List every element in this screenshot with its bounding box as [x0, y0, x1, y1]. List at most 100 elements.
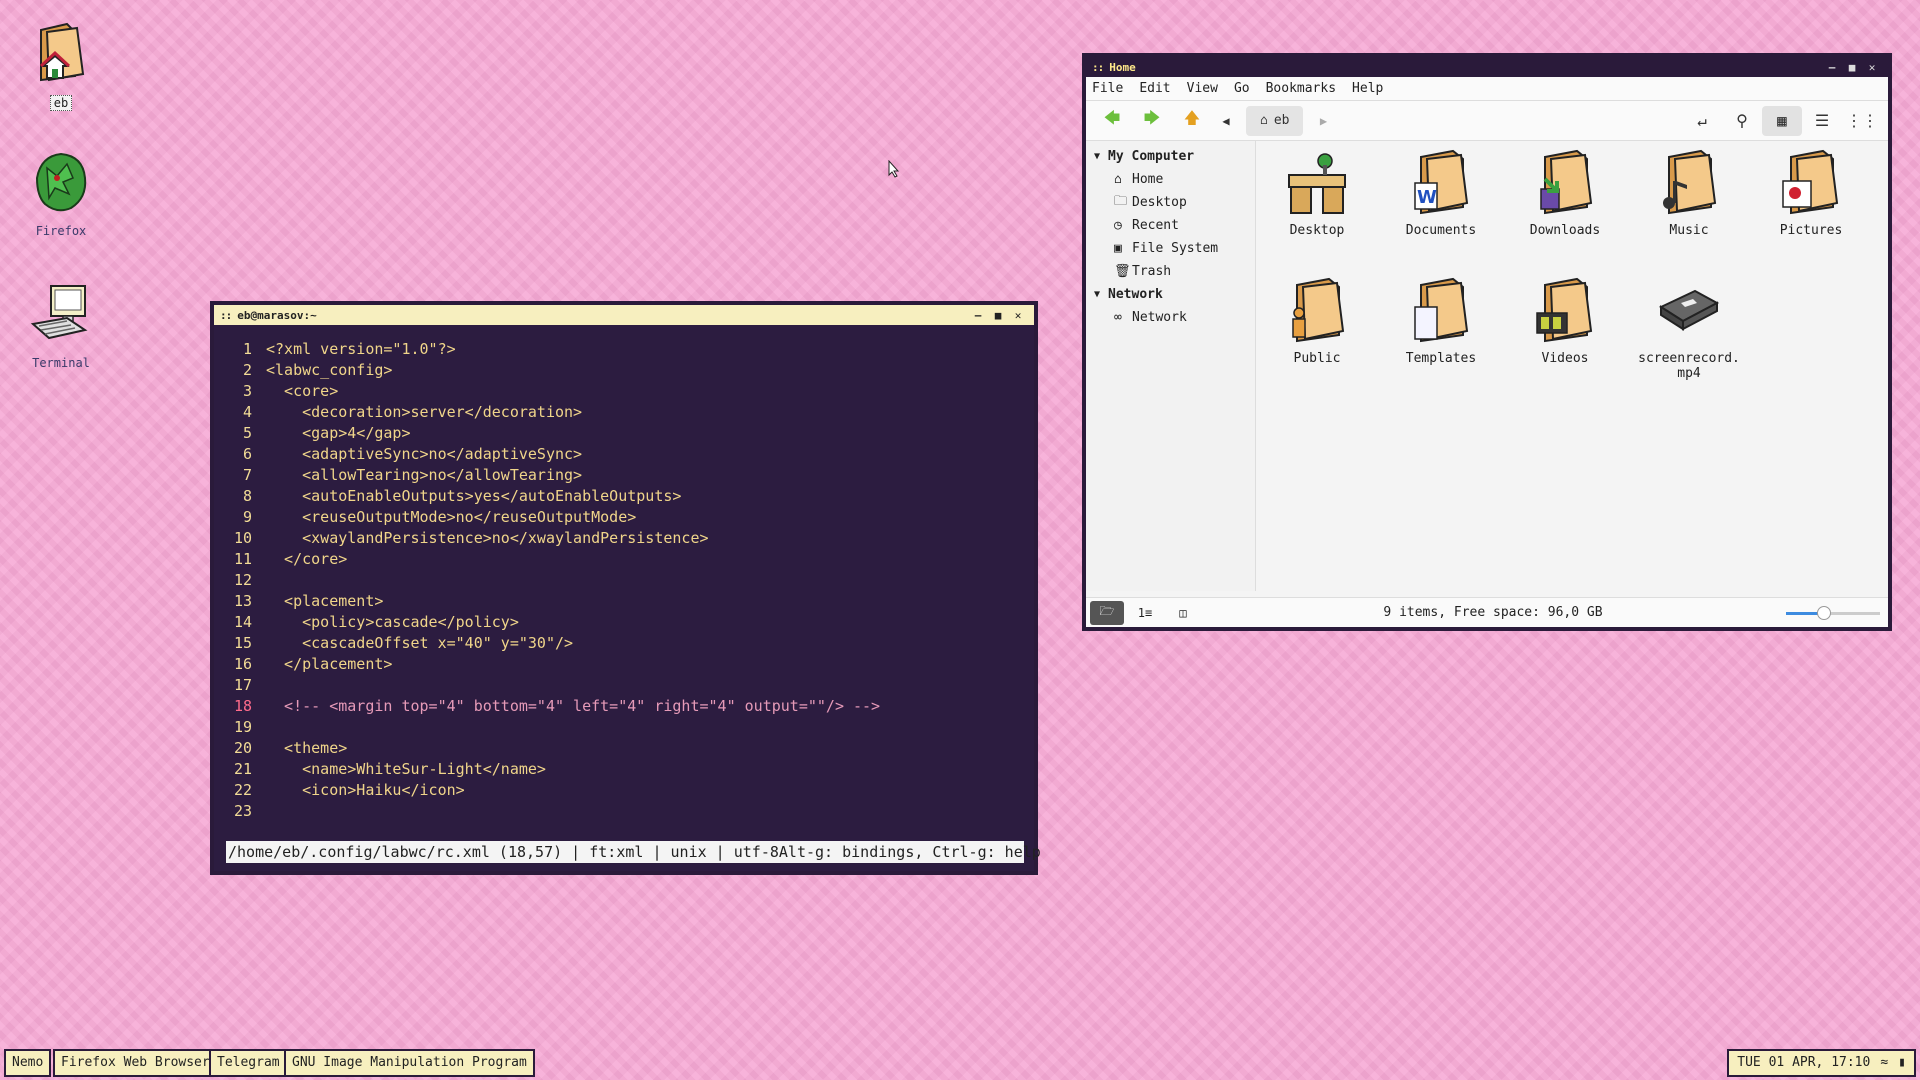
- editor-line[interactable]: 15 <cascadeOffset x="40" y="30"/>: [226, 633, 1024, 654]
- line-text: <theme>: [266, 739, 348, 757]
- zoom-slider-handle[interactable]: [1816, 605, 1831, 620]
- forward-arrow-icon[interactable]: 🡆: [1132, 106, 1172, 136]
- list-view-icon[interactable]: ☰: [1802, 106, 1842, 136]
- task-firefox[interactable]: Firefox Web Browser: [53, 1049, 218, 1077]
- desktop-icon-label: Firefox: [35, 224, 87, 238]
- menu-file[interactable]: File: [1092, 81, 1123, 96]
- editor-line[interactable]: 3 <core>: [226, 381, 1024, 402]
- icon-view-icon[interactable]: ▦: [1762, 105, 1802, 136]
- close-icon[interactable]: ✕: [1008, 309, 1028, 322]
- file-item-screenrecord[interactable]: screenrecord. mp4: [1634, 277, 1744, 381]
- file-label: Music: [1669, 223, 1709, 238]
- sidebar-item-home[interactable]: ⌂ Home: [1086, 168, 1255, 191]
- editor-line[interactable]: 9 <reuseOutputMode>no</reuseOutputMode>: [226, 507, 1024, 528]
- grip-icon: ::: [1092, 60, 1104, 74]
- maximize-icon[interactable]: ■: [988, 309, 1008, 322]
- line-number: 11: [233, 550, 252, 568]
- file-manager-window[interactable]: :: Home – ■ ✕ File Edit View Go Bookmark…: [1082, 53, 1892, 631]
- editor-line[interactable]: 17: [226, 675, 1024, 696]
- close-icon[interactable]: ✕: [1862, 61, 1882, 74]
- file-manager-titlebar[interactable]: :: Home – ■ ✕: [1086, 57, 1888, 77]
- home-folder-icon: [39, 22, 85, 82]
- editor-line[interactable]: 5 <gap>4</gap>: [226, 423, 1024, 444]
- editor-line[interactable]: 12: [226, 570, 1024, 591]
- terminal-window[interactable]: :: eb@marasov:~ – ■ ✕ 1 <?xml version="1.…: [210, 301, 1041, 875]
- file-label: Pictures: [1779, 223, 1843, 238]
- up-arrow-icon[interactable]: 🡅: [1172, 106, 1212, 136]
- compact-view-icon[interactable]: ⋮⋮: [1842, 106, 1882, 136]
- file-item-documents[interactable]: W Documents: [1386, 149, 1496, 238]
- chevron-left-icon[interactable]: ◀: [1212, 106, 1240, 136]
- line-text: <?xml version="1.0"?>: [266, 340, 456, 358]
- desktop-icon-firefox[interactable]: Firefox: [16, 148, 106, 239]
- menu-bookmarks[interactable]: Bookmarks: [1266, 81, 1336, 96]
- editor-line[interactable]: 22 <icon>Haiku</icon>: [226, 780, 1024, 801]
- task-nemo[interactable]: Nemo: [4, 1049, 52, 1077]
- menu-help[interactable]: Help: [1352, 81, 1383, 96]
- sidebar-item-recent[interactable]: ◷ Recent: [1086, 214, 1255, 237]
- editor-line[interactable]: 13 <placement>: [226, 591, 1024, 612]
- editor-line[interactable]: 11 </core>: [226, 549, 1024, 570]
- menu-view[interactable]: View: [1187, 81, 1218, 96]
- editor-line[interactable]: 19: [226, 717, 1024, 738]
- file-item-pictures[interactable]: Pictures: [1756, 149, 1866, 238]
- line-number: 14: [233, 613, 252, 631]
- task-gimp[interactable]: GNU Image Manipulation Program: [284, 1049, 535, 1077]
- editor-line[interactable]: 20 <theme>: [226, 738, 1024, 759]
- editor-line[interactable]: 4 <decoration>server</decoration>: [226, 402, 1024, 423]
- battery-icon[interactable]: ▮: [1898, 1051, 1906, 1075]
- editor-text[interactable]: 1 <?xml version="1.0"?> 2 <labwc_config> 3 <…: [226, 339, 1024, 822]
- zoom-slider[interactable]: [1786, 603, 1880, 623]
- editor-line[interactable]: 18 <!-- <margin top="4" bottom="4" left=…: [226, 696, 1024, 717]
- show-places-icon[interactable]: 🗁: [1090, 600, 1124, 625]
- minimize-icon[interactable]: –: [1822, 61, 1842, 74]
- sidebar-item-trash[interactable]: 🗑 Trash: [1086, 260, 1255, 283]
- menu-go[interactable]: Go: [1234, 81, 1250, 96]
- toggle-location-icon[interactable]: ↵: [1682, 106, 1722, 136]
- breadcrumb[interactable]: ⌂ eb: [1246, 105, 1304, 136]
- chevron-right-icon[interactable]: ▶: [1309, 106, 1337, 136]
- editor-line[interactable]: 1 <?xml version="1.0"?>: [226, 339, 1024, 360]
- editor-line[interactable]: 14 <policy>cascade</policy>: [226, 612, 1024, 633]
- file-item-public[interactable]: Public: [1262, 277, 1372, 366]
- sidebar-item-file-system[interactable]: ▣ File System: [1086, 237, 1255, 260]
- desktop-icon-terminal[interactable]: Terminal: [16, 280, 106, 371]
- sidebar-item-desktop[interactable]: 🗀 Desktop: [1086, 191, 1255, 214]
- editor-line[interactable]: 7 <allowTearing>no</allowTearing>: [226, 465, 1024, 486]
- file-item-videos[interactable]: Videos: [1510, 277, 1620, 366]
- menubar: File Edit View Go Bookmarks Help: [1086, 77, 1888, 101]
- wifi-icon[interactable]: ≈: [1880, 1051, 1888, 1075]
- terminal-body[interactable]: 1 <?xml version="1.0"?> 2 <labwc_config> 3 <…: [214, 325, 1041, 871]
- sidebar-section-network[interactable]: ▼ Network: [1086, 283, 1255, 306]
- editor-line[interactable]: 10 <xwaylandPersistence>no</xwaylandPers…: [226, 528, 1024, 549]
- show-tree-icon[interactable]: 1≡: [1128, 601, 1162, 625]
- menu-edit[interactable]: Edit: [1139, 81, 1170, 96]
- sidebar-item-network[interactable]: ∞ Network: [1086, 306, 1255, 329]
- sidebar-section-my-computer[interactable]: ▼ My Computer: [1086, 145, 1255, 168]
- file-item-downloads[interactable]: Downloads: [1510, 149, 1620, 238]
- line-text: <allowTearing>no</allowTearing>: [266, 466, 583, 484]
- desktop-icon-home[interactable]: eb: [16, 20, 106, 111]
- hide-sidebar-icon[interactable]: ◫: [1166, 601, 1200, 625]
- editor-line[interactable]: 2 <labwc_config>: [226, 360, 1024, 381]
- file-label: Public: [1293, 351, 1341, 366]
- line-text: <autoEnableOutputs>yes</autoEnableOutput…: [266, 487, 682, 505]
- maximize-icon[interactable]: ■: [1842, 61, 1862, 74]
- search-icon[interactable]: ⚲: [1722, 106, 1762, 136]
- drive-icon: ▣: [1114, 241, 1122, 256]
- line-number: 7: [242, 466, 252, 484]
- file-item-desktop[interactable]: Desktop: [1262, 149, 1372, 238]
- clock[interactable]: TUE 01 APR, 17:10: [1737, 1051, 1870, 1075]
- editor-line[interactable]: 16 </placement>: [226, 654, 1024, 675]
- editor-line[interactable]: 23: [226, 801, 1024, 822]
- editor-line[interactable]: 21 <name>WhiteSur-Light</name>: [226, 759, 1024, 780]
- terminal-titlebar[interactable]: :: eb@marasov:~ – ■ ✕: [214, 305, 1034, 325]
- editor-line[interactable]: 8 <autoEnableOutputs>yes</autoEnableOutp…: [226, 486, 1024, 507]
- task-telegram[interactable]: Telegram: [209, 1049, 288, 1077]
- file-item-music[interactable]: Music: [1634, 149, 1744, 238]
- file-label: Documents: [1405, 223, 1477, 238]
- file-item-templates[interactable]: Templates: [1386, 277, 1496, 366]
- back-arrow-icon[interactable]: 🡄: [1092, 106, 1132, 136]
- minimize-icon[interactable]: –: [968, 309, 988, 322]
- editor-line[interactable]: 6 <adaptiveSync>no</adaptiveSync>: [226, 444, 1024, 465]
